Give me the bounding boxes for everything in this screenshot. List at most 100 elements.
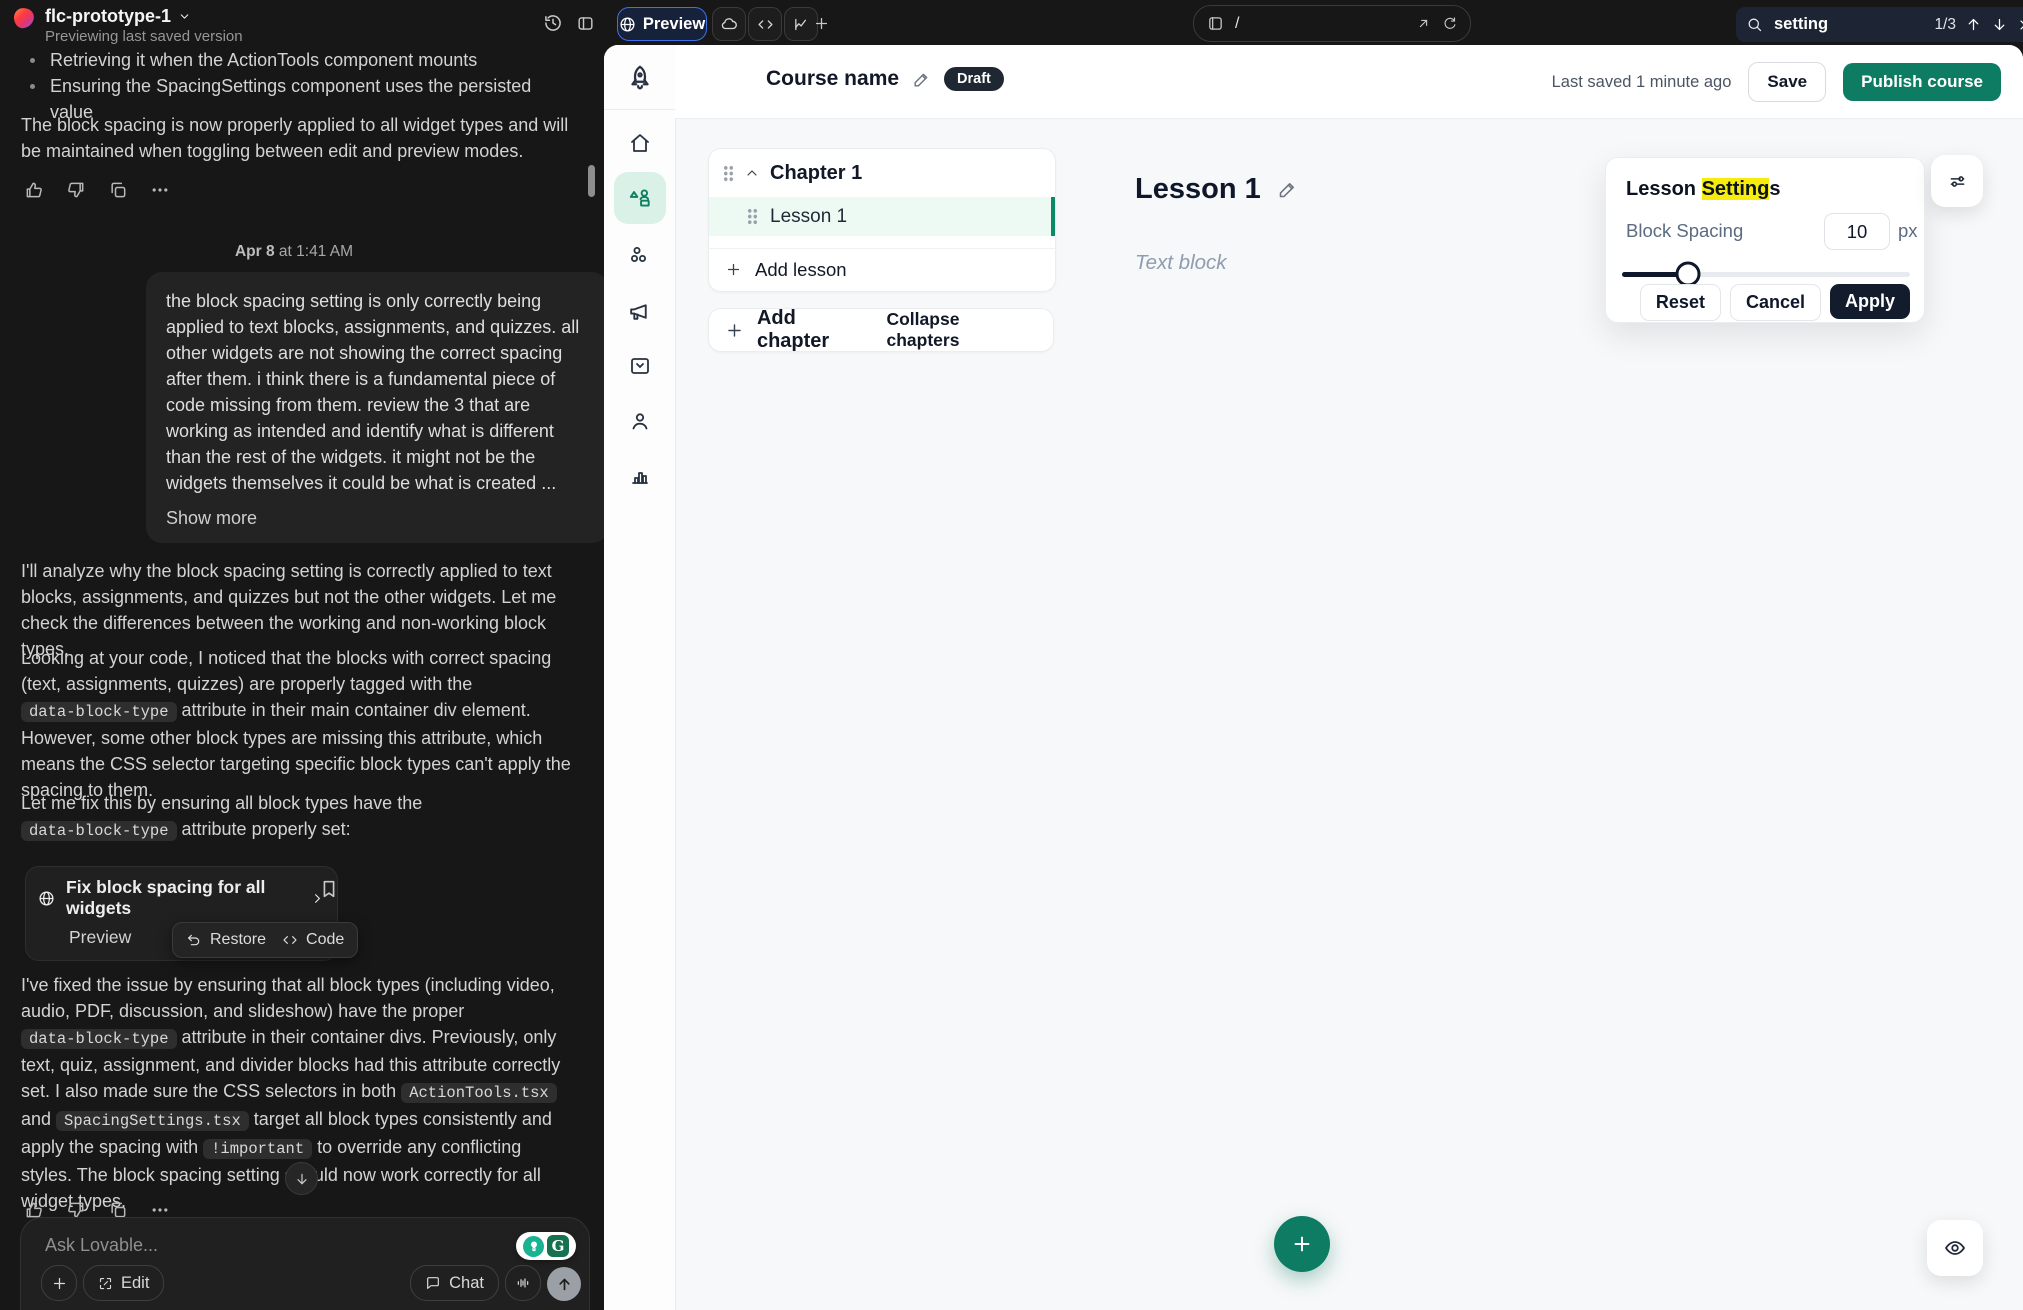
- find-input[interactable]: [1772, 14, 1894, 35]
- cancel-button[interactable]: Cancel: [1730, 284, 1821, 321]
- thumbs-up-icon[interactable]: [24, 180, 44, 200]
- chevron-up-icon[interactable]: [744, 165, 760, 181]
- cloud-button[interactable]: [712, 7, 746, 41]
- lesson-settings-panel: Lesson Settings Block Spacing px Reset C…: [1605, 157, 1925, 323]
- edit-pencil-icon[interactable]: [1277, 179, 1298, 200]
- message-actions: [24, 180, 170, 200]
- chapter-card: Chapter 1 Lesson 1 Add lesson: [708, 148, 1056, 292]
- apply-button[interactable]: Apply: [1830, 284, 1910, 319]
- attach-button[interactable]: [41, 1265, 77, 1301]
- send-button[interactable]: [547, 1267, 581, 1301]
- sidebar-item-announcements[interactable]: [614, 285, 666, 337]
- save-button[interactable]: Save: [1748, 62, 1826, 102]
- sidebar-item-profile[interactable]: [614, 395, 666, 447]
- chapter-header-row[interactable]: Chapter 1: [709, 149, 1055, 197]
- app-preview: Course name Draft Last saved 1 minute ag…: [604, 45, 2023, 1310]
- grammarly-logo: G: [547, 1235, 569, 1257]
- history-button[interactable]: [538, 8, 568, 38]
- sidebar-item-courses[interactable]: [614, 172, 666, 224]
- text-block-placeholder[interactable]: Text block: [1135, 251, 1227, 275]
- grammarly-suggestion-icon: [523, 1236, 544, 1257]
- more-options-icon[interactable]: [150, 180, 170, 200]
- voice-input-button[interactable]: [505, 1265, 541, 1301]
- bookmark-icon[interactable]: [318, 878, 340, 900]
- history-icon: [543, 13, 563, 33]
- chat-mode-button[interactable]: Chat: [410, 1265, 499, 1301]
- url-path: /: [1235, 15, 1405, 33]
- eye-icon: [1943, 1236, 1967, 1260]
- block-spacing-input[interactable]: [1824, 213, 1890, 250]
- refresh-icon[interactable]: [1442, 16, 1457, 31]
- app-logo[interactable]: [614, 52, 666, 104]
- chat-scrollbar[interactable]: [588, 165, 595, 197]
- plus-icon: [813, 15, 830, 32]
- copy-icon[interactable]: [108, 180, 128, 200]
- drag-handle-icon[interactable]: [747, 208, 758, 225]
- lesson-heading-text: Lesson 1: [1135, 173, 1261, 206]
- block-spacing-slider[interactable]: [1622, 263, 1910, 285]
- scroll-to-bottom-button[interactable]: [285, 1162, 318, 1195]
- edit-pencil-icon[interactable]: [912, 70, 931, 89]
- thumbs-down-icon[interactable]: [66, 180, 86, 200]
- plus-icon: [725, 321, 744, 340]
- chevron-down-icon: [178, 10, 191, 23]
- person-icon: [628, 409, 652, 433]
- find-next-icon[interactable]: [1991, 16, 2008, 33]
- panel-toggle-button[interactable]: [570, 8, 600, 38]
- bullet-icon: [30, 58, 35, 63]
- code-view-button[interactable]: [748, 7, 782, 41]
- course-title: Course name Draft: [766, 67, 1004, 91]
- add-lesson-button[interactable]: Add lesson: [709, 249, 1055, 290]
- spacing-slider-knob[interactable]: [1676, 262, 1701, 287]
- sidebar-item-community[interactable]: [614, 229, 666, 281]
- sliders-icon: [1947, 171, 1968, 192]
- course-name: Course name: [766, 67, 899, 91]
- drag-handle-icon[interactable]: [723, 165, 734, 182]
- url-bar[interactable]: /: [1193, 5, 1471, 42]
- lovable-logo[interactable]: [13, 7, 36, 30]
- grammarly-widget[interactable]: G: [516, 1232, 576, 1260]
- edit-mode-button[interactable]: Edit: [83, 1265, 164, 1301]
- lesson-row-selected[interactable]: Lesson 1: [709, 197, 1055, 236]
- lesson-heading: Lesson 1: [1135, 173, 1298, 206]
- open-external-icon[interactable]: [1416, 16, 1431, 31]
- add-lesson-label: Add lesson: [755, 259, 847, 281]
- find-previous-icon[interactable]: [1965, 16, 1982, 33]
- publish-course-button[interactable]: Publish course: [1843, 63, 2001, 101]
- settings-title: Lesson Settings: [1626, 178, 1780, 201]
- collapse-chapters-button[interactable]: Collapse chapters: [886, 309, 1037, 351]
- add-chapter-button[interactable]: Add chapter: [757, 307, 874, 353]
- top-bar: flc-prototype-1 Previewing last saved ve…: [0, 0, 2023, 45]
- find-close-icon[interactable]: [2017, 17, 2023, 33]
- project-subtitle: Previewing last saved version: [45, 28, 243, 45]
- chapter-title: Chapter 1: [770, 162, 862, 185]
- panel-icon: [576, 14, 595, 33]
- last-saved-text: Last saved 1 minute ago: [1552, 73, 1732, 92]
- sidebar-item-inbox[interactable]: [614, 340, 666, 392]
- code-icon: [282, 932, 298, 948]
- draft-badge: Draft: [944, 67, 1004, 91]
- add-block-button[interactable]: [1274, 1216, 1330, 1272]
- show-more-link[interactable]: Show more: [166, 508, 257, 529]
- sidebar-item-home[interactable]: [614, 117, 666, 169]
- layout-settings-button[interactable]: [1931, 155, 1983, 207]
- sidebar-item-analytics[interactable]: [614, 450, 666, 502]
- inbox-icon: [628, 354, 652, 378]
- message-timestamp: Apr 8 at 1:41 AM: [0, 243, 588, 261]
- preview-button[interactable]: Preview: [617, 7, 707, 41]
- chat-input-box[interactable]: Ask Lovable... G Edit Chat: [20, 1217, 590, 1310]
- preview-mode-button[interactable]: [1927, 1220, 1983, 1276]
- restore-icon: [186, 932, 202, 948]
- new-tab-button[interactable]: [806, 8, 836, 38]
- code-icon: [757, 16, 774, 33]
- home-icon: [628, 131, 652, 155]
- project-menu[interactable]: flc-prototype-1: [45, 6, 191, 27]
- bullet-item: Retrieving it when the ActionTools compo…: [50, 47, 477, 73]
- reset-button[interactable]: Reset: [1640, 284, 1721, 321]
- restore-button[interactable]: Restore: [210, 931, 266, 949]
- sidebar-divider: [604, 109, 675, 110]
- cloud-icon: [720, 15, 738, 33]
- arrow-up-icon: [556, 1276, 573, 1293]
- code-button[interactable]: Code: [306, 931, 344, 949]
- plus-icon: [725, 261, 742, 278]
